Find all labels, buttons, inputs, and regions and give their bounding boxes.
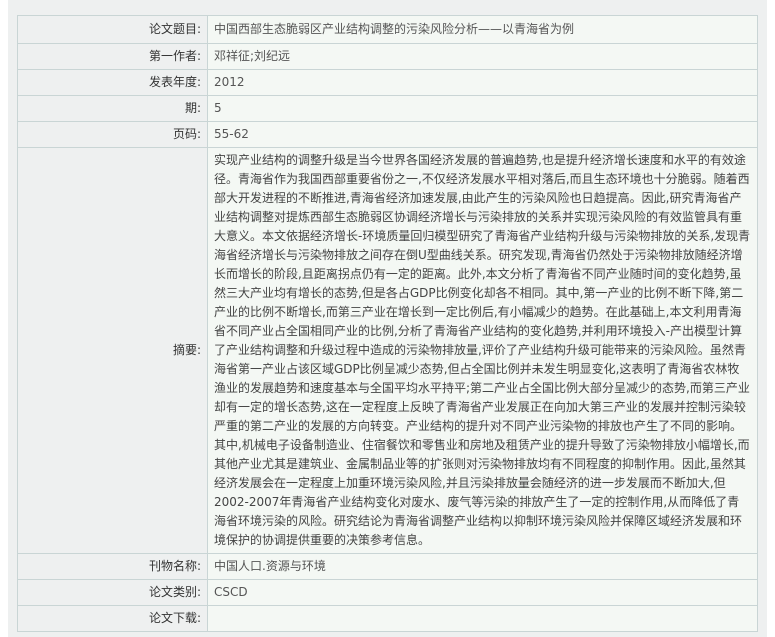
title-label: 论文题目: [17, 15, 208, 44]
journal-label: 刊物名称: [17, 553, 208, 580]
paper-metadata-table: 论文题目: 中国西部生态脆弱区产业结构调整的污染风险分析——以青海省为例 第一作… [17, 15, 758, 632]
row-issue: 期: 5 [17, 95, 758, 122]
row-pages: 页码: 55-62 [17, 121, 758, 148]
row-year: 发表年度: 2012 [17, 69, 758, 96]
issue-value: 5 [207, 95, 758, 122]
pages-value: 55-62 [207, 121, 758, 148]
download-label: 论文下载: [17, 605, 208, 632]
row-download: 论文下载: [17, 605, 758, 632]
title-value: 中国西部生态脆弱区产业结构调整的污染风险分析——以青海省为例 [207, 15, 758, 44]
row-category: 论文类别: CSCD [17, 579, 758, 606]
journal-value: 中国人口.资源与环境 [207, 553, 758, 580]
issue-label: 期: [17, 95, 208, 122]
author-label: 第一作者: [17, 43, 208, 70]
row-journal: 刊物名称: 中国人口.资源与环境 [17, 553, 758, 580]
abstract-value: 实现产业结构的调整升级是当今世界各国经济发展的普遍趋势,也是提升经济增长速度和水… [207, 147, 758, 554]
row-title: 论文题目: 中国西部生态脆弱区产业结构调整的污染风险分析——以青海省为例 [17, 15, 758, 44]
year-label: 发表年度: [17, 69, 208, 96]
pages-label: 页码: [17, 121, 208, 148]
abstract-label: 摘要: [17, 147, 208, 554]
row-abstract: 摘要: 实现产业结构的调整升级是当今世界各国经济发展的普遍趋势,也是提升经济增长… [17, 147, 758, 554]
author-value: 邓祥征;刘纪远 [207, 43, 758, 70]
year-value: 2012 [207, 69, 758, 96]
category-label: 论文类别: [17, 579, 208, 606]
category-value: CSCD [207, 579, 758, 606]
download-link[interactable] [207, 605, 758, 632]
row-author: 第一作者: 邓祥征;刘纪远 [17, 43, 758, 70]
